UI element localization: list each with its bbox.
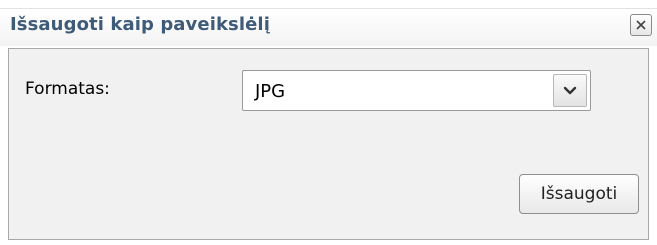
dialog-content-panel: Formatas: JPG Išsaugoti	[8, 48, 649, 240]
save-button[interactable]: Išsaugoti	[519, 174, 639, 214]
save-as-image-dialog: Išsaugoti kaip paveikslėlį Formatas: JPG…	[0, 0, 657, 245]
close-button[interactable]	[630, 14, 652, 36]
close-icon	[636, 20, 646, 30]
chevron-down-icon	[563, 86, 577, 94]
format-label: Formatas:	[25, 79, 110, 99]
format-select[interactable]: JPG	[242, 70, 591, 111]
format-dropdown-button[interactable]	[553, 74, 587, 107]
format-select-value: JPG	[255, 81, 286, 102]
dialog-title: Išsaugoti kaip paveikslėlį	[10, 14, 270, 35]
dialog-titlebar: Išsaugoti kaip paveikslėlį	[0, 8, 657, 46]
